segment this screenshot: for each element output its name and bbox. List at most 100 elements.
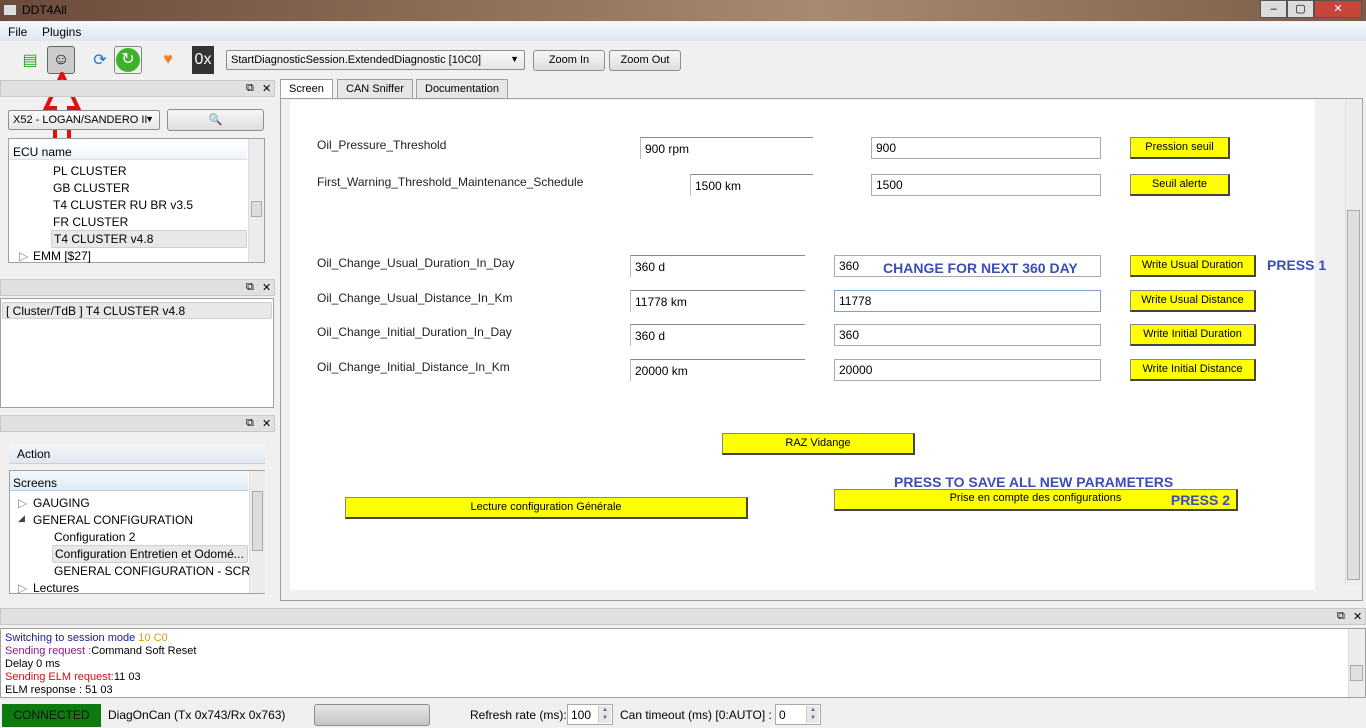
screens-scrollbar[interactable]	[249, 471, 265, 593]
protocol-label: DiagOnCan (Tx 0x743/Rx 0x763)	[108, 708, 286, 722]
prise-en-compte-button[interactable]: Prise en compte des configurations PRESS …	[834, 489, 1238, 511]
window-title: DDT4All	[22, 3, 67, 17]
session-select[interactable]: StartDiagnosticSession.ExtendedDiagnosti…	[226, 50, 525, 70]
log-value: 11 03	[113, 671, 141, 683]
seuil-alerte-button[interactable]: Seuil alerte	[1130, 174, 1230, 196]
can-timeout-label: Can timeout (ms) [0:AUTO] :	[620, 708, 772, 722]
close-button[interactable]: ✕	[1314, 0, 1362, 18]
refresh-rate-label: Refresh rate (ms):	[470, 708, 567, 722]
ecu-dock-header: ⧉ ✕	[0, 80, 275, 97]
zoom-out-button[interactable]: Zoom Out	[609, 50, 681, 71]
log-text: Switching to session mode	[5, 632, 139, 644]
ecu-item[interactable]: GB CLUSTER	[53, 181, 130, 195]
screen-item-selected[interactable]: Configuration Entretien et Odomé...	[52, 545, 248, 563]
save-note: PRESS TO SAVE ALL NEW PARAMETERS	[894, 474, 1174, 490]
param-current-value: 20000 km	[630, 359, 805, 381]
collapse-icon[interactable]: ◢	[18, 513, 25, 524]
heart-icon[interactable]: ♥	[154, 46, 182, 74]
write-initial-distance-button[interactable]: Write Initial Distance	[1130, 359, 1256, 381]
hex-button[interactable]: 0x	[192, 46, 214, 74]
minimize-button[interactable]: –	[1260, 0, 1287, 18]
close-icon[interactable]: ✕	[262, 82, 271, 95]
ecu-item[interactable]: FR CLUSTER	[53, 215, 128, 229]
param-label: First_Warning_Threshold_Maintenance_Sche…	[317, 175, 584, 189]
param-input[interactable]: 11778	[834, 290, 1101, 312]
close-icon[interactable]: ✕	[262, 281, 271, 294]
ecu-item[interactable]: EMM [$27]	[33, 249, 91, 263]
float-icon[interactable]: ⧉	[246, 281, 254, 294]
log-text: Sending ELM request:	[5, 671, 114, 683]
param-current-value: 900 rpm	[640, 137, 813, 159]
float-icon[interactable]: ⧉	[1337, 610, 1345, 623]
log-line: Switching to session mode 10 C0	[5, 632, 1361, 645]
app-icon	[3, 4, 17, 16]
log-text: ELM response : 51 03	[5, 684, 113, 696]
expand-icon[interactable]: ▷	[19, 249, 28, 263]
write-usual-duration-button[interactable]: Write Usual Duration	[1130, 255, 1256, 277]
monitor-icon[interactable]: ▤	[16, 46, 44, 74]
can-timeout-value: 0	[779, 708, 786, 722]
log-line: Sending ELM request:11 03	[5, 671, 1361, 684]
raz-vidange-button[interactable]: RAZ Vidange	[722, 433, 915, 455]
param-input[interactable]: 360	[834, 324, 1101, 346]
tab-documentation[interactable]: Documentation	[416, 79, 508, 98]
selected-ecu-item[interactable]: [ Cluster/TdB ] T4 CLUSTER v4.8	[2, 302, 272, 319]
param-input[interactable]: 900	[871, 137, 1101, 159]
screens-column-header[interactable]: Screens	[13, 476, 57, 490]
screens-tree: Screens ▷ GAUGING ◢ GENERAL CONFIGURATIO…	[9, 470, 265, 595]
change-note: CHANGE FOR NEXT 360 DAY	[883, 260, 1078, 276]
log-value: 10 C0	[138, 632, 168, 644]
vehicle-value: X52 - LOGAN/SANDERO II	[13, 114, 148, 126]
screen-group[interactable]: Lectures	[33, 581, 79, 595]
expand-icon[interactable]: ▷	[18, 581, 27, 595]
param-current-value: 360 d	[630, 324, 805, 346]
write-usual-distance-button[interactable]: Write Usual Distance	[1130, 290, 1256, 312]
action-tab[interactable]: Action	[17, 447, 50, 461]
log-line: Delay 0 ms	[5, 658, 1361, 671]
log-text: Sending request :	[5, 645, 92, 657]
ecu-item[interactable]: PL CLUSTER	[53, 164, 127, 178]
screen-item[interactable]: Configuration 2	[54, 530, 135, 544]
log-dock-header: ⧉ ✕	[0, 608, 1366, 625]
write-initial-duration-button[interactable]: Write Initial Duration	[1130, 324, 1256, 346]
float-icon[interactable]: ⧉	[246, 82, 254, 95]
sync-icon[interactable]: ↻	[116, 48, 140, 72]
spin-arrows-icon[interactable]: ▲ ▼	[598, 706, 611, 723]
refresh-icon[interactable]: ⟳	[86, 46, 114, 74]
log-scrollbar[interactable]	[1348, 629, 1365, 697]
tab-screen[interactable]: Screen	[280, 79, 333, 99]
param-input[interactable]: 1500	[871, 174, 1101, 196]
screen-group[interactable]: GENERAL CONFIGURATION	[33, 513, 193, 527]
refresh-rate-spinbox[interactable]: 100 ▲ ▼	[567, 704, 613, 725]
chevron-down-icon: ▼	[145, 114, 154, 124]
zoom-in-button[interactable]: Zoom In	[533, 50, 605, 71]
ecu-scrollbar[interactable]	[248, 139, 264, 262]
scan-ecu-button[interactable]: 🔍	[167, 109, 264, 131]
ecu-column-header[interactable]: ECU name	[13, 145, 72, 159]
ecu-item[interactable]: T4 CLUSTER RU BR v3.5	[53, 198, 193, 212]
selected-ecu-list: [ Cluster/TdB ] T4 CLUSTER v4.8	[0, 298, 274, 408]
screen-group[interactable]: GAUGING	[33, 496, 90, 510]
pression-seuil-button[interactable]: Pression seuil	[1130, 137, 1230, 159]
screen-item[interactable]: GENERAL CONFIGURATION - SCR...	[54, 564, 260, 578]
menu-plugins[interactable]: Plugins	[42, 25, 81, 39]
close-icon[interactable]: ✕	[262, 417, 271, 430]
can-timeout-spinbox[interactable]: 0 ▲ ▼	[775, 704, 821, 725]
screen-scrollbar[interactable]	[1345, 100, 1361, 585]
param-input[interactable]: 20000	[834, 359, 1101, 381]
lecture-configuration-button[interactable]: Lecture configuration Générale	[345, 497, 748, 519]
demo-mode-icon[interactable]: ☺	[47, 46, 75, 74]
float-icon[interactable]: ⧉	[246, 417, 254, 430]
ecu-item-selected[interactable]: T4 CLUSTER v4.8	[51, 230, 247, 248]
log-text: Delay 0 ms	[5, 658, 61, 670]
menu-file[interactable]: File	[8, 25, 27, 39]
maximize-button[interactable]: ▢	[1287, 0, 1314, 18]
param-current-value: 1500 km	[690, 174, 813, 196]
close-icon[interactable]: ✕	[1353, 610, 1362, 623]
param-current-value: 11778 km	[630, 290, 805, 312]
vehicle-select[interactable]: X52 - LOGAN/SANDERO II ▼	[8, 110, 160, 130]
param-label: Oil_Change_Usual_Distance_In_Km	[317, 291, 513, 305]
expand-icon[interactable]: ▷	[18, 496, 27, 510]
spin-arrows-icon[interactable]: ▲ ▼	[806, 706, 819, 723]
tab-can-sniffer[interactable]: CAN Sniffer	[337, 79, 413, 98]
